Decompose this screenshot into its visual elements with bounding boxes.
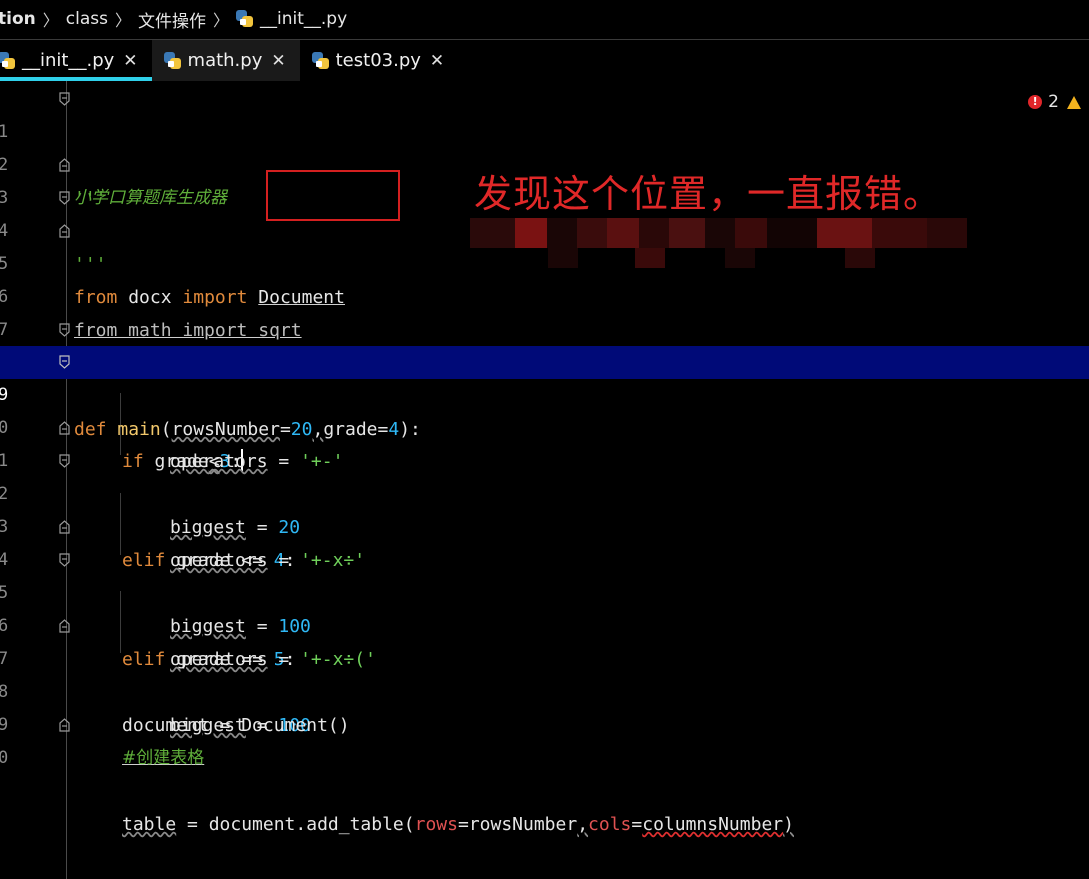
python-file-icon (311, 51, 330, 70)
code-line: 6 operators = '+-x÷(' (0, 577, 1089, 670)
breadcrumb-item-file[interactable]: __init__.py (260, 9, 347, 29)
line-number: 0 (0, 748, 9, 768)
annotation-text: 发现这个位置，一直报错。 (474, 172, 943, 216)
close-icon[interactable]: ✕ (271, 51, 285, 71)
code-line: 7 (0, 281, 1089, 340)
tab-init-py[interactable]: __init__.py ✕ (0, 40, 152, 81)
fold-icon[interactable] (59, 355, 70, 369)
breadcrumb: tion 〉 class 〉 文件操作 〉 __init__.py (0, 0, 1089, 38)
tab-label: math.py (187, 50, 263, 71)
tab-math-py[interactable]: math.py ✕ (151, 40, 300, 81)
code-line: 7 biggest = 100 (0, 610, 1089, 736)
fold-icon[interactable] (59, 718, 70, 732)
tab-test03-py[interactable]: test03.py ✕ (300, 40, 459, 81)
fold-icon[interactable] (59, 224, 70, 238)
fold-icon[interactable] (59, 421, 70, 435)
python-file-icon (163, 51, 182, 70)
close-icon[interactable]: ✕ (430, 51, 444, 71)
python-file-icon (0, 51, 16, 70)
breadcrumb-separator: 〉 (114, 11, 131, 30)
call: = document.add_table( (176, 814, 415, 835)
fold-icon[interactable] (59, 553, 70, 567)
breadcrumb-separator: 〉 (212, 11, 229, 30)
tab-label: test03.py (335, 50, 421, 71)
fold-icon[interactable] (59, 323, 70, 337)
breadcrumb-separator: 〉 (42, 11, 59, 30)
fold-icon[interactable] (59, 520, 70, 534)
code-line: 0 operators = '+-' (0, 379, 1089, 472)
code-line: 2 elif grade <= 4: (0, 445, 1089, 571)
kwarg: rows (414, 814, 458, 835)
annotation-highlight-box (266, 170, 400, 221)
close-icon[interactable]: ✕ (123, 51, 137, 71)
code-line: 8 def main(rowsNumber=20,grade=4): (0, 314, 1089, 440)
tab-label: __init__.py (22, 50, 115, 71)
code-line: 3 operators = '+-x÷' (0, 478, 1089, 571)
kwarg: cols (588, 814, 632, 835)
breadcrumb-item-project[interactable]: tion (0, 9, 36, 29)
redacted-area (470, 218, 970, 270)
code-line-current: 9 if grade<3: (0, 346, 1089, 472)
code-line: 9 #创建表格 (0, 676, 1089, 768)
editor-tabs: __init__.py ✕ math.py ✕ test03.py ✕ (0, 39, 1089, 82)
python-file-icon (236, 10, 254, 28)
comment: #创建表格 (122, 748, 205, 768)
fold-icon[interactable] (59, 619, 70, 633)
code-line: 2 小学口算题库生成器 (0, 116, 1089, 208)
code-line: 8 document = Document() (0, 643, 1089, 736)
code-line: 5 elif grade == 5: (0, 544, 1089, 670)
breadcrumb-item-folder[interactable]: 文件操作 (138, 7, 206, 32)
variable: rowsNumber (468, 814, 578, 835)
fold-icon[interactable] (59, 158, 70, 172)
variable: table (122, 814, 177, 835)
code-line: 1 ''' (0, 83, 1089, 209)
fold-icon[interactable] (59, 92, 70, 106)
unresolved-reference[interactable]: columnsNumber (642, 814, 783, 835)
breadcrumb-item-class[interactable]: class (66, 9, 108, 29)
code-line: 0 table = document.add_table(rows=rowsNu… (0, 709, 1089, 835)
fold-icon[interactable] (59, 191, 70, 205)
code-line: 1 biggest = 20 (0, 412, 1089, 538)
code-line: 4 biggest = 100 (0, 511, 1089, 637)
fold-icon[interactable] (59, 454, 70, 468)
